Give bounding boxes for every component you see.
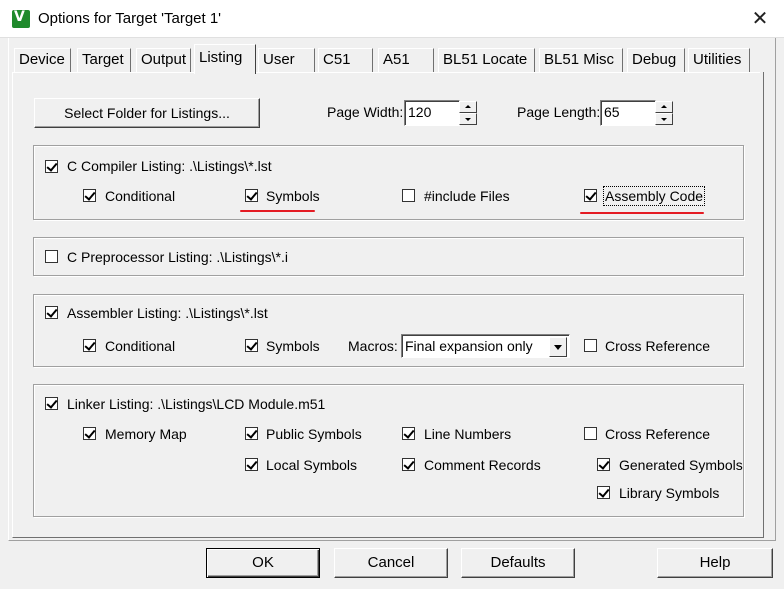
lnk-comment-records-checkbox[interactable] xyxy=(402,458,415,471)
asm-cross-reference-checkbox[interactable] xyxy=(584,339,597,352)
cc-include-files-checkbox[interactable] xyxy=(402,189,415,202)
spin-down-icon[interactable] xyxy=(655,113,673,125)
asm-cross-reference-label: Cross Reference xyxy=(605,338,711,354)
cc-conditional-label: Conditional xyxy=(105,188,176,204)
c-compiler-checkbox[interactable] xyxy=(45,160,58,173)
macros-dropdown-value: Final expansion only xyxy=(405,338,533,354)
cancel-button[interactable]: Cancel xyxy=(334,548,448,578)
lnk-memory-map-label: Memory Map xyxy=(105,426,187,442)
tab-bl51-misc[interactable]: BL51 Misc xyxy=(539,48,623,72)
spin-up-icon[interactable] xyxy=(459,101,477,113)
tab-divider xyxy=(12,72,760,74)
spin-down-icon[interactable] xyxy=(459,113,477,125)
lnk-local-symbols-label: Local Symbols xyxy=(266,457,358,473)
lnk-generated-symbols-label: Generated Symbols xyxy=(619,457,743,473)
lnk-cross-reference-label: Cross Reference xyxy=(605,426,711,442)
cc-assembly-code-checkbox[interactable] xyxy=(584,189,597,202)
c-preprocessor-label: C Preprocessor Listing: .\Listings\*.i xyxy=(67,249,288,265)
tab-c51[interactable]: C51 xyxy=(318,48,373,72)
assembler-label: Assembler Listing: .\Listings\*.lst xyxy=(67,305,268,321)
ok-button[interactable]: OK xyxy=(206,548,320,578)
lnk-library-symbols-checkbox[interactable] xyxy=(597,486,610,499)
page-length-label: Page Length: xyxy=(517,104,601,120)
c-compiler-group xyxy=(33,145,744,220)
tab-target[interactable]: Target xyxy=(77,48,131,72)
cc-assembly-code-label: Assembly Code xyxy=(602,186,706,206)
window-title: Options for Target 'Target 1' xyxy=(38,10,222,27)
lnk-line-numbers-checkbox[interactable] xyxy=(402,427,415,440)
page-length-spinner[interactable] xyxy=(655,101,673,125)
chevron-down-icon[interactable] xyxy=(549,337,567,357)
red-underline-annotation xyxy=(240,210,315,212)
page-width-label: Page Width: xyxy=(327,104,404,120)
cc-symbols-checkbox[interactable] xyxy=(245,189,258,202)
select-folder-button[interactable]: Select Folder for Listings... xyxy=(34,98,260,128)
linker-checkbox[interactable] xyxy=(45,397,58,410)
lnk-public-symbols-label: Public Symbols xyxy=(266,426,362,442)
red-underline-annotation xyxy=(580,212,704,214)
tab-device[interactable]: Device xyxy=(14,48,71,72)
page-width-input[interactable]: 120 xyxy=(404,100,460,126)
asm-symbols-checkbox[interactable] xyxy=(245,339,258,352)
tab-output[interactable]: Output xyxy=(136,48,191,72)
defaults-button[interactable]: Defaults xyxy=(461,548,575,578)
lnk-local-symbols-checkbox[interactable] xyxy=(245,458,258,471)
cc-symbols-label: Symbols xyxy=(266,188,320,204)
help-button[interactable]: Help xyxy=(657,548,773,578)
title-bar: V Options for Target 'Target 1' ✕ xyxy=(0,0,784,38)
c-preprocessor-checkbox[interactable] xyxy=(45,250,58,263)
lnk-public-symbols-checkbox[interactable] xyxy=(245,427,258,440)
assembler-checkbox[interactable] xyxy=(45,306,58,319)
page-length-input[interactable]: 65 xyxy=(600,100,656,126)
macros-label: Macros: xyxy=(348,338,398,354)
tab-debug[interactable]: Debug xyxy=(627,48,685,72)
keil-app-icon: V xyxy=(12,9,30,28)
lnk-library-symbols-label: Library Symbols xyxy=(619,485,720,501)
macros-dropdown[interactable]: Final expansion only xyxy=(401,334,570,358)
lnk-line-numbers-label: Line Numbers xyxy=(424,426,512,442)
cc-include-files-label: #include Files xyxy=(424,188,510,204)
page-width-spinner[interactable] xyxy=(459,101,477,125)
lnk-memory-map-checkbox[interactable] xyxy=(83,427,96,440)
c-compiler-label: C Compiler Listing: .\Listings\*.lst xyxy=(67,158,272,174)
asm-conditional-label: Conditional xyxy=(105,338,176,354)
lnk-generated-symbols-checkbox[interactable] xyxy=(597,458,610,471)
asm-symbols-label: Symbols xyxy=(266,338,320,354)
tab-user[interactable]: User xyxy=(258,48,315,72)
spin-up-icon[interactable] xyxy=(655,101,673,113)
tab-listing[interactable]: Listing xyxy=(194,44,256,74)
close-icon[interactable]: ✕ xyxy=(746,6,774,32)
tab-utilities[interactable]: Utilities xyxy=(688,48,750,72)
asm-conditional-checkbox[interactable] xyxy=(83,339,96,352)
tab-bl51-locate[interactable]: BL51 Locate xyxy=(438,48,535,72)
lnk-comment-records-label: Comment Records xyxy=(424,457,541,473)
linker-label: Linker Listing: .\Listings\LCD Module.m5… xyxy=(67,396,326,412)
lnk-cross-reference-checkbox[interactable] xyxy=(584,427,597,440)
cc-conditional-checkbox[interactable] xyxy=(83,189,96,202)
tab-a51[interactable]: A51 xyxy=(378,48,434,72)
